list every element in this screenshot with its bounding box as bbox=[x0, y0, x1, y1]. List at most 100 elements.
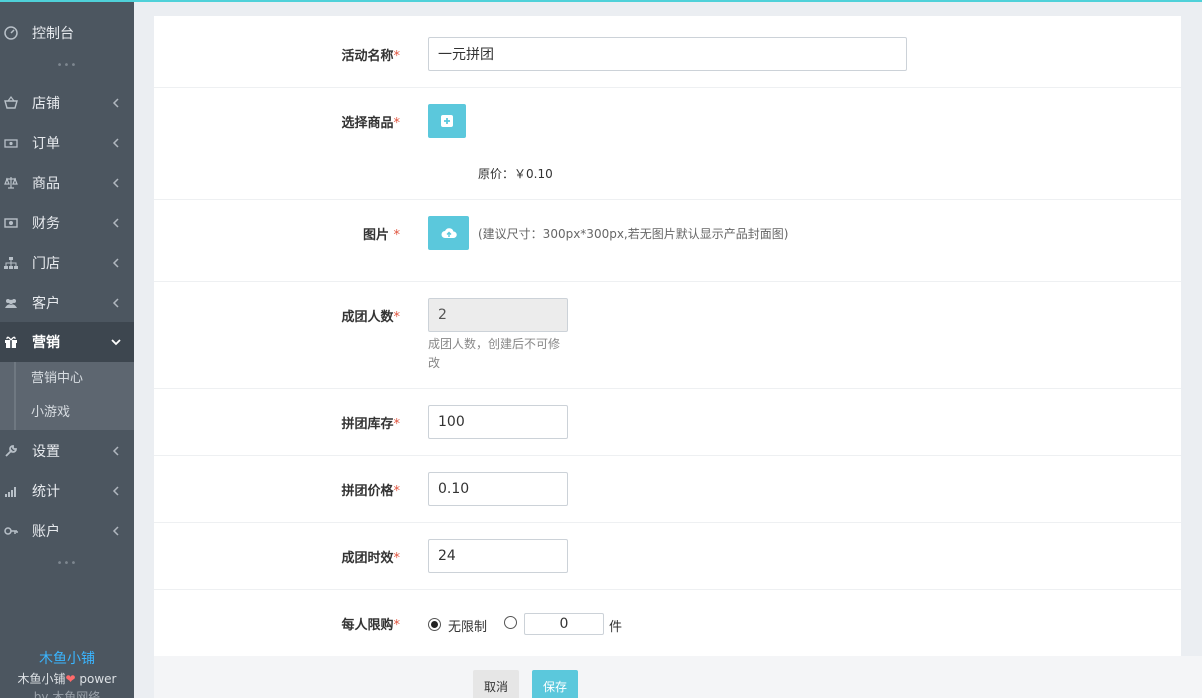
required-mark: * bbox=[393, 310, 401, 325]
group-size-hint: 成团人数，创建后不可修改 bbox=[428, 337, 561, 370]
unlimited-radio-label[interactable]: 无限制 bbox=[448, 616, 487, 635]
sidebar-item-shop[interactable]: 店铺 bbox=[0, 83, 134, 123]
chevron-left-icon bbox=[112, 176, 120, 190]
sidebar-item-dashboard[interactable]: 控制台 bbox=[0, 13, 134, 53]
sidebar-item-label: 店铺 bbox=[32, 96, 60, 112]
submenu-item-mini-games[interactable]: 小游戏 bbox=[14, 396, 70, 430]
menu-divider-dots: ••• bbox=[56, 60, 78, 71]
signal-icon bbox=[4, 484, 18, 498]
sidebar-item-label: 统计 bbox=[32, 484, 60, 500]
required-mark: * bbox=[393, 484, 401, 499]
brand-name[interactable]: 木鱼小铺 bbox=[0, 648, 134, 668]
sidebar-item-label: 财务 bbox=[32, 216, 60, 232]
sidebar-item-label: 营销 bbox=[32, 335, 60, 351]
activity-name-label: 活动名称* bbox=[154, 45, 400, 64]
key-icon bbox=[4, 524, 18, 538]
select-product-label: 选择商品* bbox=[154, 112, 400, 131]
chevron-left-icon bbox=[112, 444, 120, 458]
users-icon bbox=[4, 296, 18, 310]
group-time-input[interactable] bbox=[428, 539, 568, 573]
powered-by-text: by 木鱼网络 bbox=[33, 690, 101, 698]
label-text: 成团时效 bbox=[341, 551, 394, 566]
image-label: 图片 * bbox=[154, 224, 400, 243]
required-mark: * bbox=[393, 116, 401, 131]
marketing-submenu: 营销中心 小游戏 bbox=[0, 362, 134, 430]
dashboard-icon bbox=[4, 26, 18, 40]
money-icon bbox=[4, 136, 18, 150]
chevron-left-icon bbox=[112, 256, 120, 270]
row-group-size: 成团人数* 成团人数，创建后不可修改 bbox=[154, 282, 1181, 389]
powered-suffix: power bbox=[75, 672, 117, 686]
sitemap-icon bbox=[4, 256, 18, 270]
chevron-left-icon bbox=[112, 216, 120, 230]
top-accent-line bbox=[0, 0, 1202, 2]
chevron-down-icon bbox=[110, 335, 122, 349]
row-purchase-limit: 每人限购* 无限制 件 bbox=[154, 590, 1181, 656]
sidebar-item-label: 门店 bbox=[32, 256, 60, 272]
menu-divider-dots: ••• bbox=[56, 558, 78, 569]
required-mark: * bbox=[393, 49, 401, 64]
sidebar-item-account[interactable]: 账户 bbox=[0, 511, 134, 551]
chevron-left-icon bbox=[112, 96, 120, 110]
row-group-stock: 拼团库存* bbox=[154, 389, 1181, 456]
save-button[interactable]: 保存 bbox=[532, 670, 578, 698]
required-mark: * bbox=[393, 228, 401, 243]
cash-icon bbox=[4, 216, 18, 230]
row-select-product: 选择商品* 原价：￥0.10 bbox=[154, 88, 1181, 200]
sidebar-item-finance[interactable]: 财务 bbox=[0, 203, 134, 243]
chevron-left-icon bbox=[112, 524, 120, 538]
group-stock-input[interactable] bbox=[428, 405, 568, 439]
sidebar-item-orders[interactable]: 订单 bbox=[0, 123, 134, 163]
sidebar: 控制台 ••• 店铺 订单 商品 财务 门店 客户 营销 营销中心 小游戏 设置… bbox=[0, 0, 134, 698]
group-size-label: 成团人数* bbox=[154, 306, 400, 325]
cancel-button[interactable]: 取消 bbox=[473, 670, 519, 698]
wrench-icon bbox=[4, 444, 18, 458]
cloud-upload-icon bbox=[441, 228, 457, 238]
gift-icon bbox=[4, 335, 18, 349]
row-group-time: 成团时效* bbox=[154, 523, 1181, 590]
page-right-margin bbox=[1181, 0, 1202, 698]
activity-name-input[interactable] bbox=[428, 37, 907, 71]
label-text: 图片 bbox=[362, 228, 394, 243]
upload-image-button[interactable] bbox=[428, 216, 469, 250]
sidebar-item-customers[interactable]: 客户 bbox=[0, 283, 134, 323]
submenu-item-marketing-center[interactable]: 营销中心 bbox=[14, 362, 83, 396]
basket-icon bbox=[4, 96, 18, 110]
purchase-limit-label: 每人限购* bbox=[154, 614, 400, 633]
group-price-input[interactable] bbox=[428, 472, 568, 506]
sidebar-item-marketing[interactable]: 营销 bbox=[0, 322, 134, 362]
original-price: 原价：￥0.10 bbox=[478, 167, 553, 181]
group-size-input bbox=[428, 298, 568, 332]
label-text: 拼团价格 bbox=[341, 484, 394, 499]
label-text: 活动名称 bbox=[341, 49, 394, 64]
label-text: 选择商品 bbox=[341, 116, 394, 131]
row-group-price: 拼团价格* bbox=[154, 456, 1181, 523]
purchase-limit-input[interactable] bbox=[524, 613, 604, 635]
limited-radio[interactable] bbox=[504, 616, 517, 629]
sidebar-item-products[interactable]: 商品 bbox=[0, 163, 134, 203]
sidebar-item-statistics[interactable]: 统计 bbox=[0, 471, 134, 511]
label-text: 拼团库存 bbox=[341, 417, 394, 432]
sidebar-item-label: 订单 bbox=[32, 136, 60, 152]
label-text: 成团人数 bbox=[341, 310, 394, 325]
sidebar-item-label: 客户 bbox=[32, 296, 60, 312]
required-mark: * bbox=[393, 618, 401, 633]
plus-square-icon bbox=[441, 115, 453, 127]
required-mark: * bbox=[393, 417, 401, 432]
row-activity-name: 活动名称* bbox=[154, 16, 1181, 88]
chevron-left-icon bbox=[112, 136, 120, 150]
limit-unit: 件 bbox=[609, 620, 623, 635]
heart-icon: ❤ bbox=[65, 672, 76, 686]
chevron-left-icon bbox=[112, 296, 120, 310]
form-footer bbox=[154, 656, 1202, 698]
sidebar-item-settings[interactable]: 设置 bbox=[0, 431, 134, 471]
label-text: 每人限购 bbox=[341, 618, 394, 633]
unlimited-radio[interactable] bbox=[428, 618, 441, 631]
image-size-hint: (建议尺寸：300px*300px,若无图片默认显示产品封面图) bbox=[478, 227, 789, 241]
group-time-label: 成团时效* bbox=[154, 547, 400, 566]
add-product-button[interactable] bbox=[428, 104, 466, 138]
sidebar-item-label: 商品 bbox=[32, 176, 60, 192]
required-mark: * bbox=[393, 551, 401, 566]
sidebar-item-stores[interactable]: 门店 bbox=[0, 243, 134, 283]
chevron-left-icon bbox=[112, 484, 120, 498]
